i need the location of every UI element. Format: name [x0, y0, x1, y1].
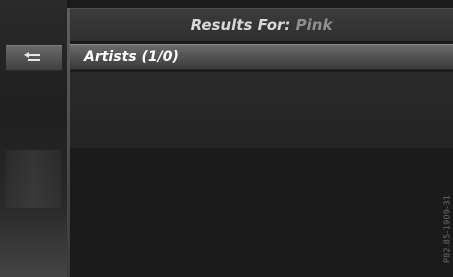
- results-screen: Results For: Pink Artists (1/0) P82.85-1…: [0, 0, 453, 277]
- main-panel: Results For: Pink Artists (1/0) P82.85-1…: [70, 0, 453, 277]
- result-item-artists[interactable]: Artists (1/0): [70, 44, 453, 70]
- lower-empty-area: [70, 148, 453, 277]
- empty-results-area: [70, 72, 453, 148]
- search-query: Pink: [295, 16, 333, 34]
- back-button[interactable]: [6, 45, 62, 71]
- figure-reference-code: P82.85-1909-31: [442, 194, 451, 263]
- left-rail: [0, 0, 67, 277]
- header-title-prefix: Results For:: [190, 16, 296, 34]
- back-arrow-icon: [24, 52, 40, 61]
- result-item-label: Artists (1/0): [84, 49, 179, 65]
- rail-decor-band: [6, 150, 61, 208]
- results-header: Results For: Pink: [70, 8, 453, 41]
